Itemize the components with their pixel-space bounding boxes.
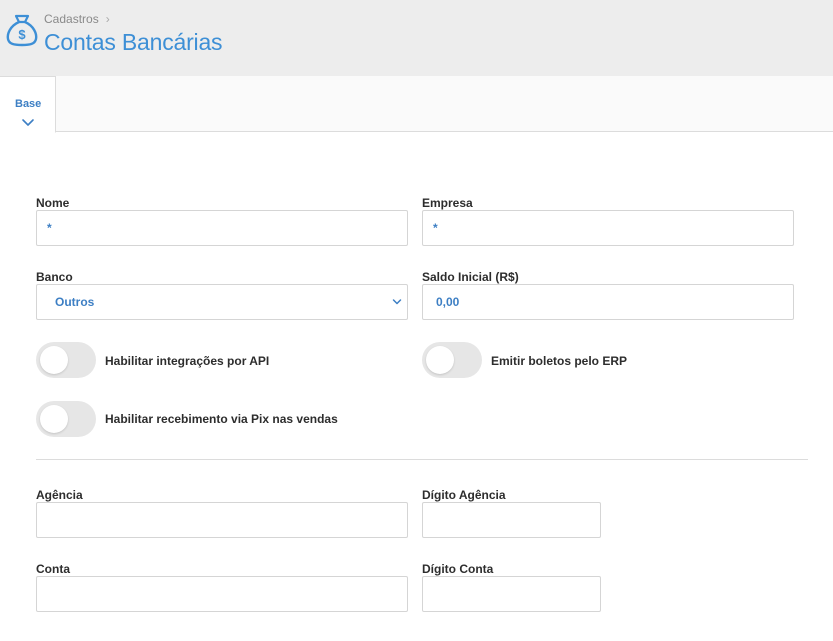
empresa-field[interactable]: * (422, 210, 794, 246)
conta-label: Conta (36, 562, 70, 576)
digito-agencia-field[interactable] (422, 502, 601, 538)
digito-agencia-label: Dígito Agência (422, 488, 506, 502)
banco-select[interactable]: Outros (36, 284, 408, 320)
agencia-field[interactable] (36, 502, 408, 538)
chevron-down-icon (22, 119, 34, 126)
pix-label: Habilitar recebimento via Pix nas vendas (105, 412, 338, 426)
conta-field[interactable] (36, 576, 408, 612)
saldo-inicial-field[interactable]: 0,00 (422, 284, 794, 320)
empresa-required-marker: * (433, 221, 438, 235)
tab-base-label: Base (15, 98, 42, 110)
banco-label: Banco (36, 270, 73, 284)
api-integration-toggle[interactable] (36, 342, 96, 378)
saldo-inicial-label: Saldo Inicial (R$) (422, 270, 519, 284)
empresa-label: Empresa (422, 196, 473, 210)
pix-toggle[interactable] (36, 401, 96, 437)
digito-conta-label: Dígito Conta (422, 562, 494, 576)
breadcrumb-link-cadastros[interactable]: Cadastros (44, 12, 99, 26)
boletos-erp-label: Emitir boletos pelo ERP (491, 354, 628, 368)
digito-conta-field[interactable] (422, 576, 601, 612)
page-title: Contas Bancárias (44, 29, 223, 55)
chevron-down-icon (392, 299, 402, 305)
breadcrumb: Cadastros › (44, 12, 110, 26)
svg-text:$: $ (18, 27, 26, 42)
nome-required-marker: * (47, 221, 52, 235)
nome-field[interactable]: * (36, 210, 408, 246)
money-bag-icon: $ (6, 14, 38, 47)
nome-label: Nome (36, 196, 70, 210)
toggle-knob (40, 346, 68, 374)
saldo-inicial-value: 0,00 (436, 295, 460, 309)
agencia-label: Agência (36, 488, 83, 502)
breadcrumb-chevron-icon: › (105, 12, 110, 26)
toggle-knob (40, 405, 68, 433)
page-header: $ Cadastros › Contas Bancárias (0, 0, 833, 76)
tab-bar: Base (0, 76, 833, 133)
section-divider (36, 459, 808, 460)
tab-base[interactable]: Base (0, 76, 56, 133)
banco-selected-value: Outros (55, 295, 95, 309)
boletos-erp-toggle[interactable] (422, 342, 482, 378)
toggle-knob (426, 346, 454, 374)
api-integration-label: Habilitar integrações por API (105, 354, 270, 368)
